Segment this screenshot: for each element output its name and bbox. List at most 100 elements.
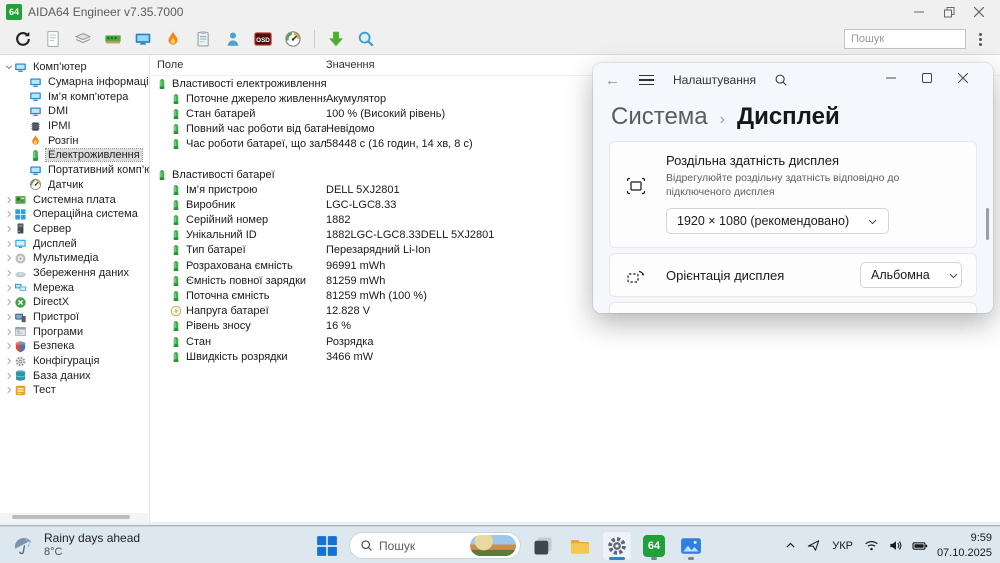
settings-scrollbar[interactable] [986,208,989,240]
sidebar-horizontal-scrollbar[interactable] [0,513,148,522]
tree-item-збереження-даних[interactable]: Збереження даних [0,266,149,281]
chevron-right-icon[interactable] [3,283,14,293]
chevron-right-icon[interactable] [3,268,14,278]
location-share-icon[interactable] [806,538,821,553]
chevron-down-icon[interactable] [3,62,14,72]
table-row[interactable]: Рівень зносу 16 % [150,319,1000,334]
field-label: Серійний номер [186,214,269,227]
chevron-right-icon[interactable] [3,312,14,322]
tree-item-мультимедіа[interactable]: Мультимедіа [0,251,149,266]
tree-item-електроживлення[interactable]: Електроживлення [0,148,149,163]
tree-item-тест[interactable]: Тест [0,383,149,398]
table-row[interactable]: Швидкість розрядки 3466 mW [150,349,1000,364]
chevron-right-icon[interactable] [3,239,14,249]
minimize-button[interactable] [904,1,934,23]
field-value: 81259 mWh [326,274,386,287]
settings-minimize-button[interactable] [873,63,909,93]
hamburger-menu-icon[interactable] [631,74,661,86]
tree-item-label: Портативний комп’ютер [48,164,149,177]
clock[interactable]: 9:59 07.10.2025 [937,531,992,560]
tree-item-сервер[interactable]: Сервер [0,222,149,237]
aida64-app-button[interactable]: 64 [639,531,669,561]
search-highlight-image[interactable] [470,535,516,556]
aida64-search-input[interactable] [844,29,966,49]
toolbar-flame-button[interactable] [160,27,186,51]
file-explorer-button[interactable] [565,531,595,561]
tree-item-портативний-комп-ютер[interactable]: Портативний комп’ютер [0,163,149,178]
chevron-right-icon[interactable] [3,341,14,351]
weather-widget[interactable]: Rainy days ahead 8°C [10,531,140,558]
toolbar-refresh-button[interactable] [10,27,36,51]
tree-item-dmi[interactable]: DMI [0,104,149,119]
tree-item-ipmi[interactable]: IPMI [0,119,149,134]
orientation-dropdown[interactable]: Альбомна [860,262,962,289]
tray-chevron-up-icon[interactable] [784,539,797,552]
volume-icon[interactable] [888,538,903,553]
toolbar-find-button[interactable] [353,27,379,51]
tree-item-база-даних[interactable]: База даних [0,368,149,383]
tree-item-мережа[interactable]: Мережа [0,280,149,295]
tree-item-датчик[interactable]: Датчик [0,178,149,193]
shield-icon [14,340,27,353]
battery-tray-icon[interactable] [912,538,928,554]
chevron-right-icon[interactable] [3,253,14,263]
wifi-icon[interactable] [864,538,879,553]
chevron-right-icon[interactable] [3,327,14,337]
tree-item-directx[interactable]: DirectX [0,295,149,310]
menu-dots-button[interactable] [970,28,990,50]
settings-close-button[interactable] [945,63,981,93]
tree-item-пристрої[interactable]: Пристрої [0,310,149,325]
toolbar-bench-button[interactable] [190,27,216,51]
chevron-right-icon[interactable] [3,356,14,366]
chevron-right-icon[interactable] [3,385,14,395]
resolution-dropdown[interactable]: 1920 × 1080 (рекомендовано) [666,208,890,235]
tree-item-програми[interactable]: Програми [0,324,149,339]
taskbar-search-box[interactable]: Пошук [349,532,521,559]
settings-app-button[interactable] [602,530,632,561]
chevron-right-icon[interactable] [3,209,14,219]
toolbar-layers-button[interactable] [70,27,96,51]
tree-item-комп-ютер[interactable]: Комп’ютер [0,60,149,75]
photos-app-button[interactable] [676,531,706,561]
tree-item-сумарна-інформація[interactable]: Сумарна інформація [0,75,149,90]
column-value[interactable]: Значення [326,59,375,71]
field-value: Невідомо [326,123,375,136]
toolbar-download-button[interactable] [323,27,349,51]
toolbar-osd-button[interactable]: OSD [250,27,276,51]
task-view-button[interactable] [528,531,558,561]
toolbar-video-button[interactable] [130,27,156,51]
settings-search-icon[interactable] [774,73,788,87]
restore-button[interactable] [934,1,964,23]
tree-item-операційна-система[interactable]: Операційна система [0,207,149,222]
toolbar-ram-button[interactable] [100,27,126,51]
tree-item-системна-плата[interactable]: Системна плата [0,192,149,207]
programs-icon [14,325,27,338]
tree-item-ім-я-комп-ютера[interactable]: Ім’я комп’ютера [0,89,149,104]
monitor-icon [29,90,42,103]
chevron-right-icon[interactable] [3,371,14,381]
tree-item-розгін[interactable]: Розгін [0,133,149,148]
chevron-right-icon[interactable] [3,297,14,307]
toolbar-gauge-button[interactable] [280,27,306,51]
settings-maximize-button[interactable] [909,63,945,93]
battery-icon [170,336,182,348]
tree-item-безпека[interactable]: Безпека [0,339,149,354]
close-button[interactable] [964,1,994,23]
start-button[interactable] [312,531,342,561]
taskbar-search-placeholder: Пошук [379,538,416,553]
tree-item-конфігурація[interactable]: Конфігурація [0,354,149,369]
toolbar-user-button[interactable] [220,27,246,51]
umbrella-rain-icon [10,532,36,558]
table-row[interactable]: Стан Розрядка [150,334,1000,349]
resolution-card: Роздільна здатність дисплея Відрегулюйте… [609,141,977,249]
chevron-right-icon[interactable] [3,224,14,234]
language-indicator[interactable]: УКР [830,540,855,552]
column-field[interactable]: Поле [150,59,326,71]
chevron-right-icon[interactable] [3,195,14,205]
back-button[interactable]: ← [605,72,631,89]
voltage-icon [170,305,182,317]
toolbar-report-button[interactable] [40,27,66,51]
tree-item-дисплей[interactable]: Дисплей [0,236,149,251]
breadcrumb-system[interactable]: Система [611,103,708,131]
tree-item-label: Дисплей [33,237,77,250]
